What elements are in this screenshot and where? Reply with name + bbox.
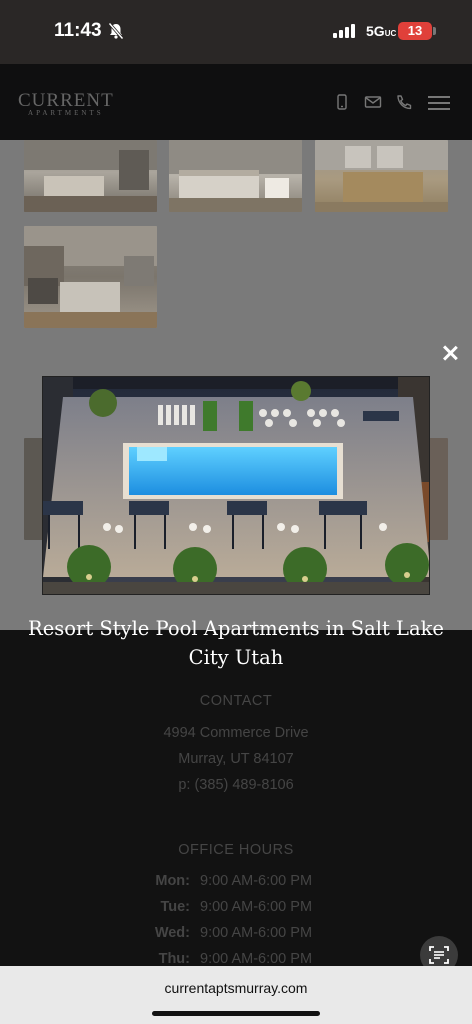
lightbox-caption: Resort Style Pool Apartments in Salt Lak… <box>28 617 444 669</box>
network-indicator: 5GUC <box>366 23 397 39</box>
gallery-thumb-partial-right[interactable] <box>428 438 448 540</box>
lightbox-image <box>42 376 430 595</box>
site-header: CURRENT APARTMENTS <box>0 64 472 140</box>
hours-time: 9:00 AM-6:00 PM <box>200 873 313 889</box>
hours-day: Tue: <box>160 899 190 915</box>
mobile-icon[interactable] <box>333 94 351 110</box>
mail-icon[interactable] <box>364 94 382 110</box>
hours-day: Wed: <box>154 925 190 941</box>
phone-icon[interactable] <box>395 94 413 110</box>
office-hours-title: OFFICE HOURS <box>178 842 294 858</box>
address-line2: Murray, UT 84107 <box>178 751 294 767</box>
gallery-thumb-bathroom[interactable] <box>315 140 448 212</box>
hours-day: Mon: <box>155 873 190 889</box>
contact-phone[interactable]: p: (385) 489-8106 <box>0 777 472 793</box>
gallery-thumb-partial-left[interactable] <box>24 438 44 540</box>
logo-main: CURRENT <box>18 90 114 111</box>
close-lightbox-button[interactable] <box>440 343 460 363</box>
bell-muted-icon <box>108 22 124 40</box>
browser-url-bar[interactable]: currentaptsmurray.com <box>0 966 472 1024</box>
hours-day: Thu: <box>158 951 190 967</box>
scan-text-icon <box>429 946 449 964</box>
status-bar: 11:43 5GUC 13 <box>0 0 472 64</box>
battery-icon: 13 <box>398 22 432 40</box>
gallery-thumb-kitchen[interactable] <box>24 226 157 328</box>
hours-time: 9:00 AM-6:00 PM <box>200 951 313 967</box>
gallery-thumb-living-room[interactable] <box>24 140 157 212</box>
hours-time: 9:00 AM-6:00 PM <box>200 899 313 915</box>
gallery-thumb-bedroom[interactable] <box>169 140 302 212</box>
lightbox-overlay <box>0 630 472 966</box>
site-logo[interactable]: CURRENT APARTMENTS <box>18 90 114 117</box>
logo-sub: APARTMENTS <box>28 109 104 117</box>
hours-time: 9:00 AM-6:00 PM <box>200 925 313 941</box>
battery-cap <box>433 27 436 35</box>
menu-icon[interactable] <box>428 96 450 110</box>
address-line1: 4994 Commerce Drive <box>163 725 309 741</box>
url-text[interactable]: currentaptsmurray.com <box>0 980 472 996</box>
contact-title: CONTACT <box>199 693 273 709</box>
signal-icon <box>333 24 355 38</box>
home-indicator[interactable] <box>152 1011 320 1016</box>
status-time: 11:43 <box>54 20 102 41</box>
